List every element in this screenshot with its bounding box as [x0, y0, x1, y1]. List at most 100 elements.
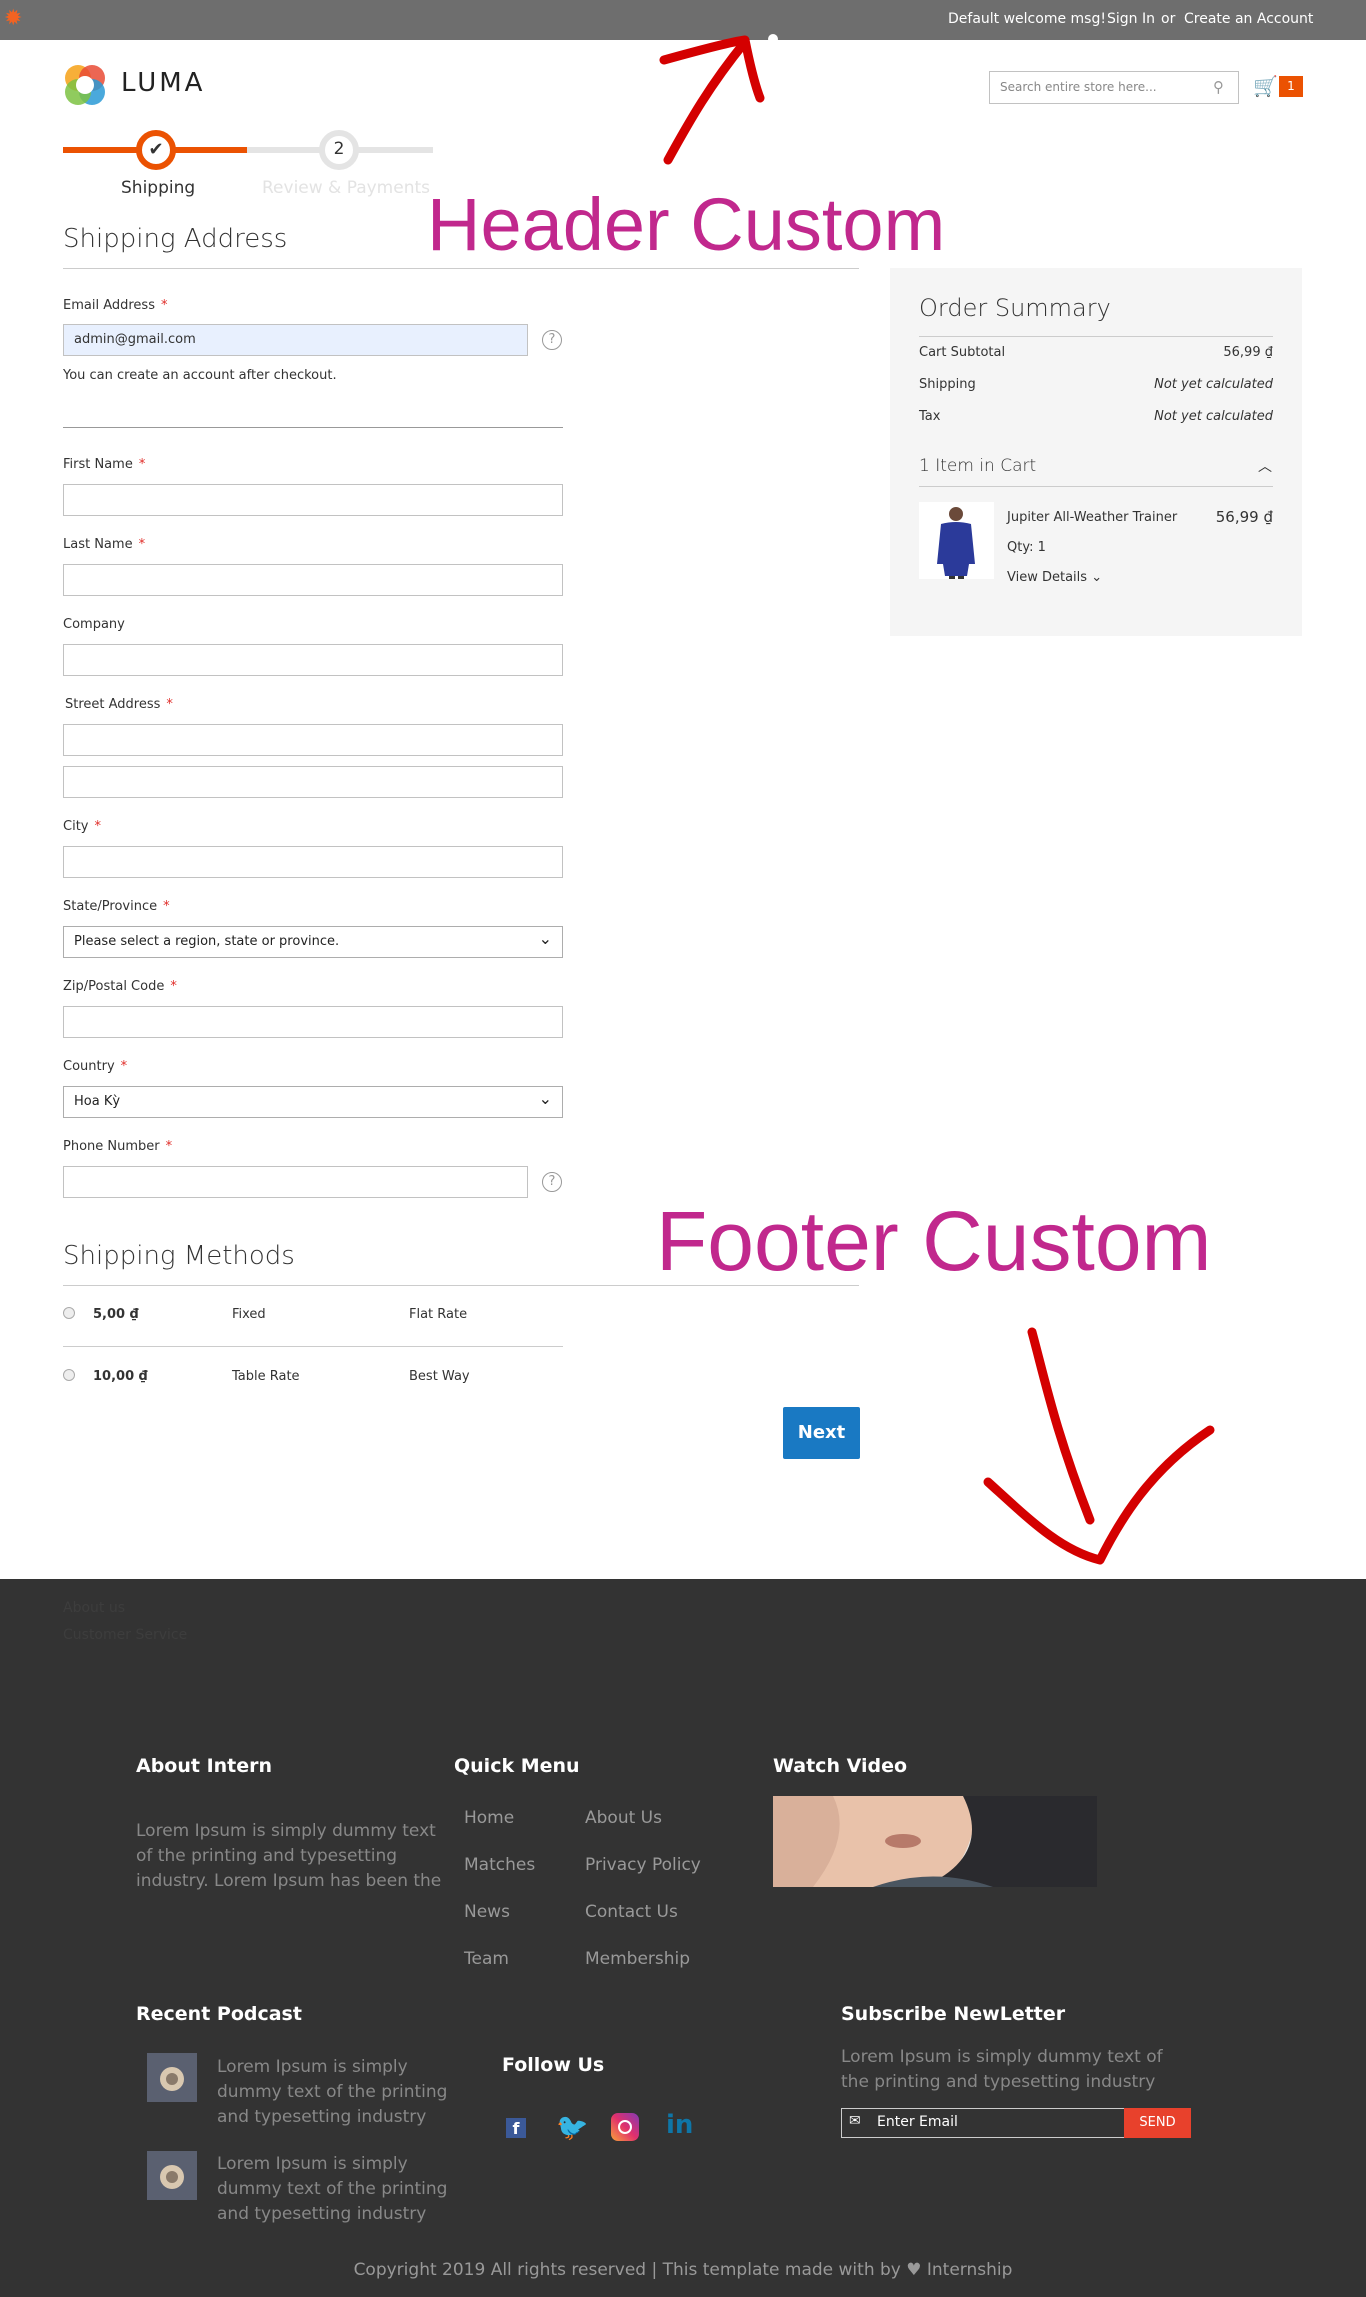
podcast-thumbnail[interactable]	[147, 2151, 197, 2200]
zip-field[interactable]	[63, 1006, 563, 1038]
email-divider	[63, 427, 563, 428]
header-custom-annotation: Header Custom	[427, 183, 946, 266]
subtotal-value: 56,99 ₫	[1223, 345, 1273, 360]
subscribe-email-input[interactable]: ✉ Enter Email	[841, 2108, 1124, 2138]
welcome-message: Default welcome msg!	[948, 11, 1106, 27]
logo-text[interactable]: LUMA	[121, 68, 205, 98]
quick-menu-about-us[interactable]: About Us	[585, 1808, 662, 1828]
footer-link-about[interactable]: About us	[63, 1600, 125, 1616]
cursor-dot	[768, 34, 778, 44]
quick-menu-heading: Quick Menu	[454, 1755, 580, 1777]
search-input[interactable]: Search entire store here...	[989, 71, 1239, 104]
shipping-address-title: Shipping Address	[63, 224, 288, 254]
title-divider	[63, 268, 859, 269]
last-name-label: Last Name *	[63, 537, 146, 552]
state-label: State/Province *	[63, 899, 170, 914]
product-price: 56,99 ₫	[1215, 508, 1273, 526]
cart-icon[interactable]: 🛒	[1253, 74, 1278, 98]
summary-divider	[919, 336, 1273, 337]
method-row-divider	[63, 1346, 563, 1347]
quick-menu-privacy-policy[interactable]: Privacy Policy	[585, 1855, 701, 1875]
chevron-up-icon[interactable]: ︿	[1258, 456, 1272, 476]
city-field[interactable]	[63, 846, 563, 878]
quick-menu-membership[interactable]: Membership	[585, 1949, 690, 1969]
search-icon[interactable]: ⚲	[1213, 78, 1224, 96]
product-qty: Qty: 1	[1007, 540, 1046, 555]
last-name-field[interactable]	[63, 564, 563, 596]
quick-menu-home[interactable]: Home	[464, 1808, 514, 1828]
subtotal-label: Cart Subtotal	[919, 345, 1006, 360]
subscribe-heading: Subscribe NewLetter	[841, 2003, 1066, 2025]
view-details-toggle[interactable]: View Details ⌄	[1007, 570, 1102, 585]
state-select[interactable]: Please select a region, state or provinc…	[63, 926, 563, 958]
product-thumbnail[interactable]	[919, 502, 994, 579]
tray-gear-icon[interactable]: ✹	[4, 6, 22, 31]
footer-link-customer-service[interactable]: Customer Service	[63, 1627, 187, 1643]
first-name-label: First Name *	[63, 457, 146, 472]
step2-label[interactable]: Review & Payments	[262, 178, 430, 198]
method-name: Table Rate	[232, 1369, 300, 1384]
footer-custom-annotation: Footer Custom	[656, 1194, 1212, 1288]
follow-us-heading: Follow Us	[502, 2054, 605, 2076]
step1-label: Shipping	[121, 178, 196, 198]
arrow-up-annotation	[659, 35, 765, 165]
country-label: Country *	[63, 1059, 128, 1074]
quick-menu-team[interactable]: Team	[464, 1949, 509, 1969]
step1-check-icon: ✔	[136, 130, 176, 170]
first-name-field[interactable]	[63, 484, 563, 516]
quick-menu-news[interactable]: News	[464, 1902, 510, 1922]
podcast-thumbnail[interactable]	[147, 2053, 197, 2102]
country-select[interactable]: Hoa Kỳ	[63, 1086, 563, 1118]
street-field-2[interactable]	[63, 766, 563, 798]
company-label: Company	[63, 617, 125, 632]
next-button[interactable]: Next	[783, 1407, 860, 1459]
city-label: City *	[63, 819, 101, 834]
method-radio[interactable]	[63, 1307, 75, 1319]
quick-menu-contact-us[interactable]: Contact Us	[585, 1902, 678, 1922]
podcast-text[interactable]: Lorem Ipsum is simply dummy text of the …	[217, 2055, 453, 2130]
email-help-icon[interactable]: ?	[542, 330, 562, 350]
method-price: 10,00 ₫	[93, 1369, 148, 1384]
tax-value: Not yet calculated	[1154, 409, 1273, 424]
sign-in-link[interactable]: Sign In	[1107, 11, 1155, 27]
twitter-icon[interactable]: 🐦	[556, 2113, 588, 2143]
method-radio[interactable]	[63, 1369, 75, 1381]
step2-number: 2	[319, 130, 359, 170]
shipping-label: Shipping	[919, 377, 976, 392]
about-intern-text: Lorem Ipsum is simply dummy text of the …	[136, 1821, 442, 1891]
method-carrier: Flat Rate	[409, 1307, 468, 1322]
instagram-icon[interactable]	[611, 2113, 639, 2141]
zip-label: Zip/Postal Code *	[63, 979, 177, 994]
phone-help-icon[interactable]: ?	[542, 1172, 562, 1192]
street-label: Street Address *	[65, 697, 173, 712]
create-account-link[interactable]: Create an Account	[1184, 11, 1313, 27]
luma-logo-icon[interactable]	[62, 62, 108, 108]
podcast-text[interactable]: Lorem Ipsum is simply dummy text of the …	[217, 2152, 453, 2227]
shipping-methods-title: Shipping Methods	[63, 1241, 295, 1271]
email-note: You can create an account after checkout…	[63, 368, 337, 383]
linkedin-icon[interactable]: in	[666, 2110, 693, 2140]
send-button[interactable]: SEND	[1124, 2108, 1191, 2138]
email-field[interactable]: admin@gmail.com	[63, 324, 528, 356]
subscribe-email-placeholder: Enter Email	[877, 2114, 958, 2130]
email-label: Email Address *	[63, 298, 168, 313]
company-field[interactable]	[63, 644, 563, 676]
street-field-1[interactable]	[63, 724, 563, 756]
method-price: 5,00 ₫	[93, 1307, 139, 1322]
watch-video-heading: Watch Video	[773, 1755, 908, 1777]
recent-podcast-heading: Recent Podcast	[136, 2003, 302, 2025]
or-text: or	[1161, 11, 1176, 27]
mail-icon: ✉	[849, 2113, 861, 2129]
phone-label: Phone Number *	[63, 1139, 173, 1154]
footer	[0, 1579, 1366, 2297]
cart-count-badge[interactable]: 1	[1279, 76, 1303, 97]
order-summary-title: Order Summary	[919, 294, 1111, 322]
subscribe-text: Lorem Ipsum is simply dummy text of the …	[841, 2047, 1163, 2092]
video-thumbnail[interactable]	[773, 1796, 1097, 1887]
quick-menu-matches[interactable]: Matches	[464, 1855, 535, 1875]
arrow-down-annotation	[983, 1327, 1215, 1565]
items-divider	[919, 486, 1273, 487]
facebook-icon[interactable]: f	[506, 2118, 526, 2138]
phone-field[interactable]	[63, 1166, 528, 1198]
items-in-cart-toggle[interactable]: 1 Item in Cart	[919, 456, 1036, 476]
